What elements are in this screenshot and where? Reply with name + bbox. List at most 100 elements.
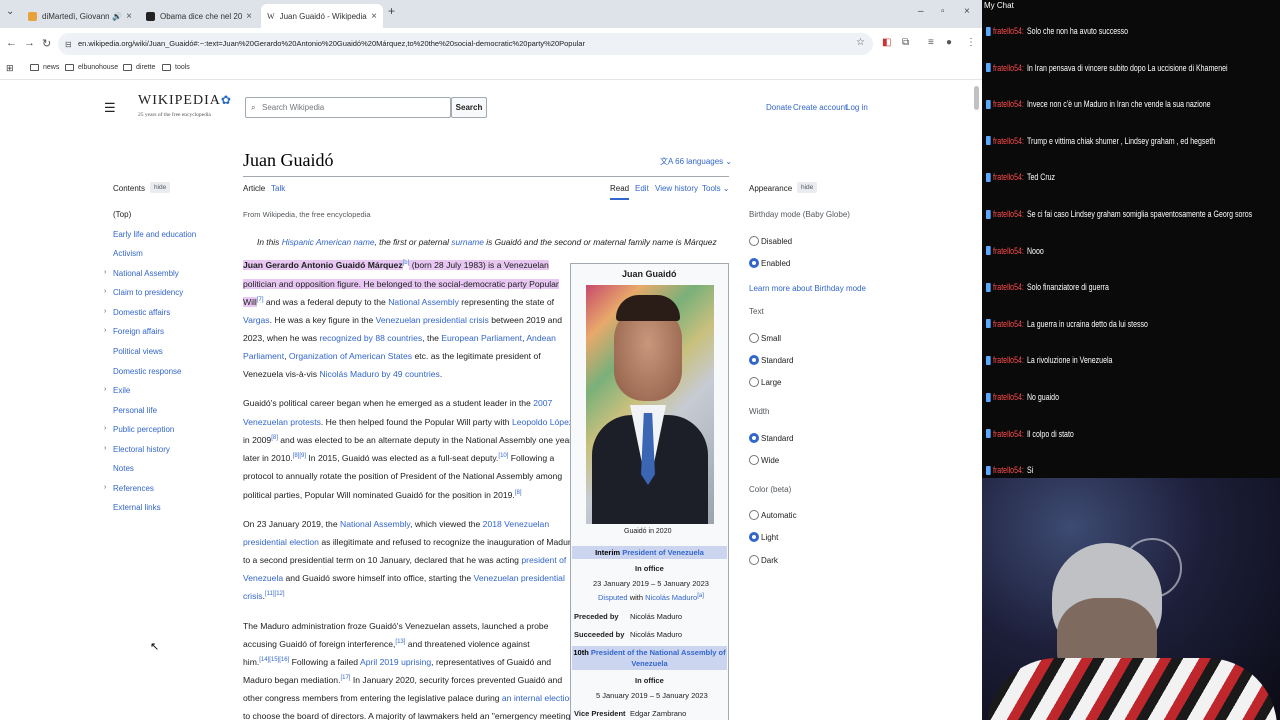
footnote-ref[interactable]: [10] [498, 453, 508, 459]
login-link[interactable]: Log in [846, 103, 868, 112]
footnote-ref[interactable]: [14][15][16] [259, 657, 289, 663]
toc-item[interactable]: Claim to presidency [113, 288, 183, 297]
toc-item[interactable]: Domestic affairs [113, 308, 170, 317]
footnote-ref[interactable]: [13] [395, 639, 405, 645]
article-link[interactable]: Nicolás Maduro by 49 countries [319, 369, 439, 379]
article-link[interactable]: Vargas [243, 315, 270, 325]
hatnote-link[interactable]: surname [451, 237, 484, 247]
site-info-icon[interactable]: ⊟ [65, 40, 72, 49]
article-link[interactable]: president of [521, 555, 566, 565]
article-link[interactable]: National Assembly [388, 297, 459, 307]
apps-grid-icon[interactable]: ⊞ [6, 63, 14, 74]
extension-icon[interactable]: ◧ [882, 37, 891, 48]
article-link[interactable]: European Parliament [441, 333, 522, 343]
tab-read[interactable]: Read [610, 184, 630, 200]
assembly-president-link[interactable]: Venezuela [631, 659, 667, 668]
menu-icon[interactable]: ⋮ [966, 37, 976, 48]
radio-wide[interactable] [749, 455, 759, 465]
back-icon[interactable]: ← [6, 37, 17, 49]
toc-item[interactable]: Public perception [113, 425, 174, 434]
bookmark-elbunohouse[interactable]: elbunohouse [65, 64, 118, 71]
radio-automatic[interactable] [749, 510, 759, 520]
toc-item[interactable]: Exile [113, 386, 130, 395]
address-bar[interactable]: en.wikipedia.org/wiki/Juan_Guaidó#:~:tex… [58, 33, 873, 55]
tab-dimartedi[interactable]: diMartedì, Giovanni Floris, ... 🔊 × [22, 4, 138, 28]
article-link[interactable]: an internal election [502, 693, 574, 703]
toc-expand-icon[interactable]: › [104, 327, 106, 334]
close-window-icon[interactable]: × [964, 6, 970, 17]
toc-item[interactable]: (Top) [113, 210, 131, 219]
toc-item[interactable]: Personal life [113, 406, 157, 415]
article-link[interactable]: Venezuelan presidential [474, 573, 565, 583]
languages-button[interactable]: 文A 66 languages ⌄ [660, 156, 732, 167]
radio-standard-text[interactable] [749, 355, 759, 365]
hatnote-link[interactable]: Hispanic American name [282, 237, 375, 247]
footnote-ref[interactable]: [11][12] [265, 591, 285, 597]
close-tab-icon[interactable]: × [246, 11, 252, 22]
toc-item[interactable]: References [113, 484, 154, 493]
page-scrollbar[interactable] [974, 86, 979, 110]
toc-item[interactable]: Foreign affairs [113, 327, 164, 336]
bookmark-news[interactable]: news [30, 64, 59, 71]
radio-light[interactable] [749, 532, 759, 542]
toc-expand-icon[interactable]: › [104, 269, 106, 276]
tab-edit[interactable]: Edit [635, 184, 649, 193]
article-link[interactable]: recognized by 88 countries [319, 333, 422, 343]
extensions-icon[interactable]: ⧉ [902, 37, 909, 48]
article-link[interactable]: Leopoldo López [512, 417, 573, 427]
birthday-learn-link[interactable]: Learn more about Birthday mode [749, 284, 866, 293]
toc-expand-icon[interactable]: › [104, 308, 106, 315]
maduro-link[interactable]: Nicolás Maduro [645, 593, 697, 602]
tab-article[interactable]: Article [243, 184, 265, 193]
article-link[interactable]: Organization of American States [289, 351, 412, 361]
footnote-ref[interactable]: [7] [257, 297, 264, 303]
bookmark-tools[interactable]: tools [162, 64, 190, 71]
wikipedia-logo[interactable]: WIKIPEDIA✿ [138, 93, 232, 109]
toc-item[interactable]: Electoral history [113, 445, 170, 454]
article-link[interactable]: 2007 [533, 398, 552, 408]
disputed-link[interactable]: Disputed [598, 593, 628, 602]
profile-icon[interactable]: ● [946, 37, 952, 48]
footnote-ref[interactable]: [8][9] [293, 453, 306, 459]
footnote-ref[interactable]: [8] [271, 435, 278, 441]
footnote-ref[interactable]: [17] [340, 675, 350, 681]
article-link[interactable]: crisis [243, 591, 263, 601]
article-link[interactable]: Venezuelan presidential crisis [376, 315, 489, 325]
reload-icon[interactable]: ↻ [42, 37, 51, 50]
search-input[interactable]: ⌕ Search Wikipedia [245, 97, 451, 118]
portrait-image[interactable] [586, 285, 714, 524]
preceded-value[interactable]: Nicolás Maduro [630, 612, 682, 621]
toc-item[interactable]: National Assembly [113, 269, 179, 278]
radio-dark[interactable] [749, 555, 759, 565]
toc-item[interactable]: Political views [113, 347, 163, 356]
media-control-icon[interactable]: ≡ [928, 37, 934, 48]
toc-expand-icon[interactable]: › [104, 484, 106, 491]
tab-wikipedia[interactable]: W Juan Guaidó - Wikipedia × [261, 4, 383, 28]
create-account-link[interactable]: Create account [793, 103, 847, 112]
close-tab-icon[interactable]: × [371, 11, 377, 22]
toc-item[interactable]: Activism [113, 249, 143, 258]
donate-link[interactable]: Donate [766, 103, 792, 112]
radio-standard-width[interactable] [749, 433, 759, 443]
appearance-hide-button[interactable]: hide [797, 182, 818, 193]
article-link[interactable]: 2018 Venezuelan [483, 519, 549, 529]
radio-disabled[interactable] [749, 236, 759, 246]
article-link[interactable]: Venezuelan protests [243, 417, 321, 427]
toc-expand-icon[interactable]: › [104, 425, 106, 432]
main-menu-icon[interactable]: ☰ [104, 100, 116, 116]
minimize-icon[interactable]: – [918, 6, 924, 17]
tools-menu[interactable]: Tools ⌄ [702, 184, 730, 193]
toc-expand-icon[interactable]: › [104, 445, 106, 452]
forward-icon[interactable]: → [24, 37, 35, 49]
search-button[interactable]: Search [451, 97, 487, 118]
succeeded-value[interactable]: Nicolás Maduro [630, 630, 682, 639]
toc-expand-icon[interactable]: › [104, 288, 106, 295]
speaker-icon[interactable]: 🔊 [112, 12, 122, 21]
toc-item[interactable]: Notes [113, 464, 134, 473]
radio-small[interactable] [749, 333, 759, 343]
tab-talk[interactable]: Talk [271, 184, 285, 193]
article-link[interactable]: presidential election [243, 537, 319, 547]
article-link[interactable]: National Assembly [340, 519, 410, 529]
new-tab-icon[interactable]: + [388, 4, 395, 18]
bookmark-star-icon[interactable]: ☆ [856, 37, 865, 48]
